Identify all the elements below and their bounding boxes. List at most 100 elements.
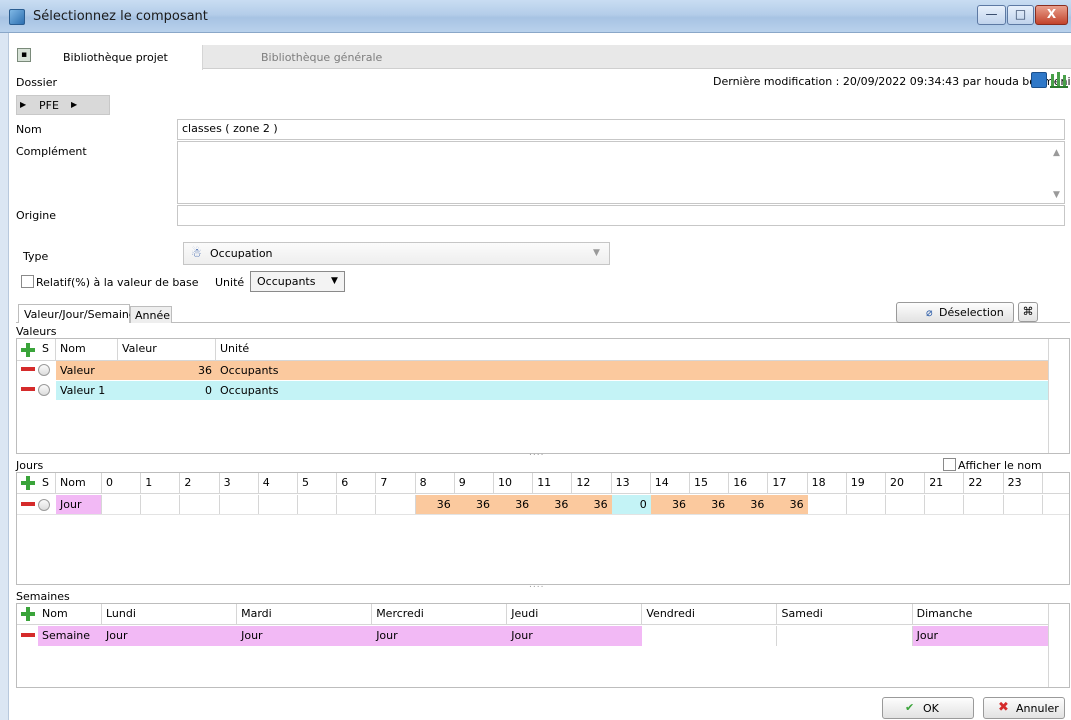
annuler-label: Annuler xyxy=(1016,702,1059,715)
cell-valeur[interactable]: 0 xyxy=(118,381,216,400)
cell-hour[interactable] xyxy=(102,495,142,514)
afficher-nom-label: Afficher le nom xyxy=(958,459,1042,472)
jours-header-row: S Nom 0 1 2 3 4 5 6 7 8 9 10 11 12 13 14 15 16 17 18 19 20 21… xyxy=(17,473,1069,494)
chevron-right-icon[interactable]: ▶ xyxy=(71,100,77,109)
cell-hour[interactable] xyxy=(1004,495,1043,514)
cell-hour[interactable]: 36 xyxy=(729,495,769,514)
splitter-handle[interactable]: .... xyxy=(529,580,544,590)
breadcrumb[interactable]: ▶ PFE ▶ xyxy=(16,95,110,115)
ok-button[interactable]: ✔ OK xyxy=(882,697,974,719)
cell-day[interactable]: Jour xyxy=(237,626,373,646)
unite-select[interactable]: Occupants ▼ xyxy=(250,271,345,292)
tab-bibliotheque-generale[interactable]: Bibliothèque générale xyxy=(261,51,382,64)
col-header-unite: Unité xyxy=(220,342,250,355)
cell-day[interactable] xyxy=(778,626,913,646)
col-header-hour: 22 xyxy=(964,473,1004,493)
table-row[interactable]: Valeur 36 Occupants xyxy=(17,361,1048,380)
col-header-hour: 1 xyxy=(141,473,181,493)
cell-day[interactable]: Jour xyxy=(372,626,508,646)
relatif-checkbox[interactable] xyxy=(21,275,34,288)
scroll-up-icon[interactable]: ▲ xyxy=(1053,148,1060,158)
cell-hour[interactable] xyxy=(141,495,181,514)
cell-hour[interactable] xyxy=(376,495,416,514)
cell-hour[interactable] xyxy=(925,495,965,514)
cell-hour[interactable] xyxy=(886,495,926,514)
cell-day[interactable] xyxy=(642,626,778,646)
tab-valeur-jour-semaine[interactable]: Valeur/Jour/Semaine xyxy=(18,304,136,323)
col-header-hour: 16 xyxy=(729,473,769,493)
radio-button[interactable] xyxy=(38,499,50,511)
last-modified-text: Dernière modification : 20/09/2022 09:34… xyxy=(713,75,1071,88)
splitter-handle[interactable]: .... xyxy=(529,448,544,458)
vertical-scrollbar[interactable] xyxy=(1048,604,1069,687)
radio-button[interactable] xyxy=(38,364,50,376)
table-row[interactable]: Valeur 1 0 Occupants xyxy=(17,381,1048,400)
cell-hour[interactable]: 36 xyxy=(494,495,534,514)
cell-hour[interactable] xyxy=(220,495,259,514)
remove-icon[interactable] xyxy=(21,387,35,391)
cell-hour[interactable] xyxy=(808,495,847,514)
type-select[interactable]: ☃ Occupation ▼ xyxy=(183,242,610,265)
cell-hour[interactable]: 36 xyxy=(454,495,494,514)
cell-day[interactable]: Jour xyxy=(102,626,238,646)
cell-day[interactable]: Jour xyxy=(507,626,643,646)
refresh-icon[interactable] xyxy=(1031,72,1047,88)
breadcrumb-item-pfe[interactable]: PFE xyxy=(39,99,59,112)
add-icon[interactable] xyxy=(21,607,35,621)
origine-field[interactable] xyxy=(177,205,1065,226)
remove-icon[interactable] xyxy=(21,633,35,637)
col-header-hour: 12 xyxy=(572,473,612,493)
deselection-button[interactable]: ⌀ Déselection xyxy=(896,302,1014,323)
complement-textarea[interactable] xyxy=(177,141,1065,204)
cell-hour[interactable] xyxy=(180,495,220,514)
table-row[interactable]: Semaine Jour Jour Jour Jour Jour xyxy=(17,626,1048,646)
chevron-right-icon: ▶ xyxy=(20,100,27,109)
cell-hour[interactable]: 36 xyxy=(690,495,730,514)
tab-label-projet[interactable]: Bibliothèque projet xyxy=(63,51,168,64)
col-header-hour: 21 xyxy=(925,473,965,493)
vertical-scrollbar[interactable] xyxy=(1048,339,1069,453)
col-header-hour: 2 xyxy=(180,473,220,493)
semaines-section-label: Semaines xyxy=(16,590,70,603)
cell-hour[interactable] xyxy=(964,495,1004,514)
table-row[interactable]: Jour 36 36 36 36 36 0 36 36 36 36 xyxy=(17,495,1069,515)
cell-hour[interactable] xyxy=(847,495,886,514)
col-header-hour: 19 xyxy=(847,473,886,493)
cell-hour[interactable]: 36 xyxy=(650,495,690,514)
nom-field[interactable]: classes ( zone 2 ) xyxy=(177,119,1065,140)
col-header-hour: 10 xyxy=(494,473,534,493)
scroll-down-icon[interactable]: ▼ xyxy=(1053,190,1060,200)
cell-nom[interactable]: Jour xyxy=(56,495,102,514)
cell-nom[interactable]: Valeur xyxy=(56,361,118,380)
col-header-nom: Nom xyxy=(38,604,102,624)
cell-hour[interactable] xyxy=(337,495,377,514)
annuler-button[interactable]: ✖ Annuler xyxy=(983,697,1065,719)
radio-button[interactable] xyxy=(38,384,50,396)
cell-hour[interactable]: 36 xyxy=(572,495,612,514)
cell-hour[interactable]: 0 xyxy=(611,495,651,514)
cell-hour[interactable]: 36 xyxy=(533,495,573,514)
type-label: Type xyxy=(23,250,49,263)
remove-icon[interactable] xyxy=(21,502,35,506)
cell-hour[interactable] xyxy=(259,495,298,514)
cell-hour[interactable]: 36 xyxy=(415,495,455,514)
expand-icon[interactable]: ⌘ xyxy=(1018,302,1038,322)
close-button[interactable]: X xyxy=(1035,5,1068,25)
cell-nom[interactable]: Semaine xyxy=(38,626,102,646)
remove-icon[interactable] xyxy=(21,367,35,371)
cell-hour[interactable]: 36 xyxy=(768,495,808,514)
col-header-s: S xyxy=(38,473,56,493)
add-icon[interactable] xyxy=(21,476,35,490)
cell-hour[interactable] xyxy=(298,495,338,514)
cell-valeur[interactable]: 36 xyxy=(118,361,216,380)
library-tree-icon[interactable] xyxy=(1050,72,1068,88)
cell-nom[interactable]: Valeur 1 xyxy=(56,381,118,400)
cell-unite[interactable]: Occupants xyxy=(216,381,1048,400)
cell-day[interactable]: Jour xyxy=(912,626,1048,646)
maximize-button[interactable]: □ xyxy=(1007,5,1034,25)
afficher-nom-checkbox[interactable] xyxy=(943,458,956,471)
add-icon[interactable] xyxy=(21,343,35,357)
tab-annee[interactable]: Année xyxy=(130,306,172,323)
minimize-button[interactable]: — xyxy=(977,5,1006,25)
cell-unite[interactable]: Occupants xyxy=(216,361,1048,380)
